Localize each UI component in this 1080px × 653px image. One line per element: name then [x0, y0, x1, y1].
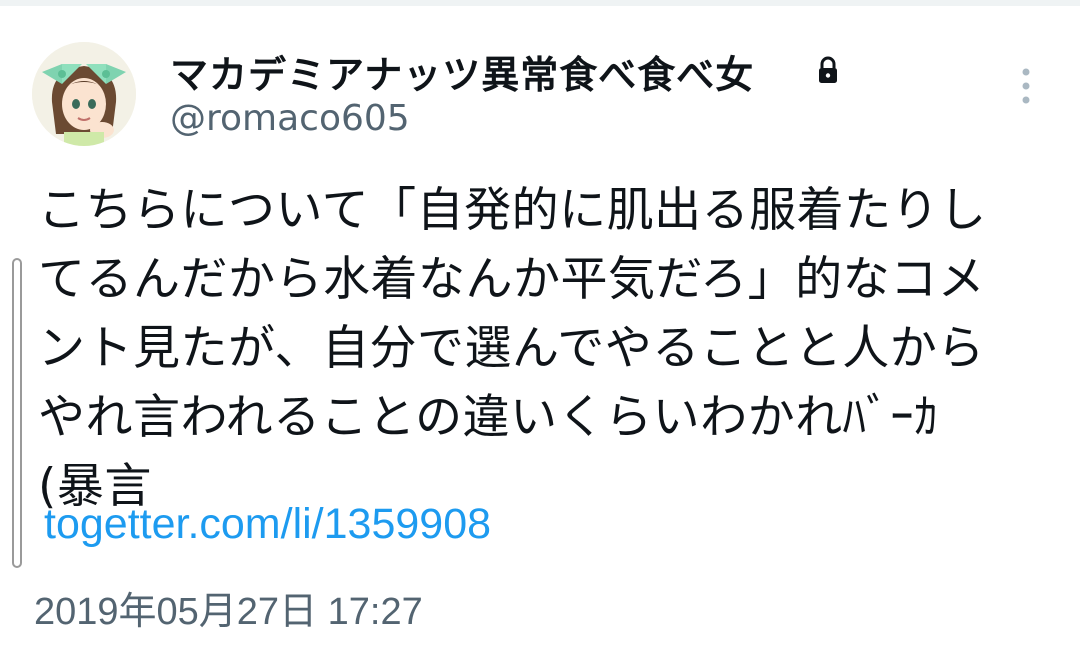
tweet-text-line: こちらについて「自発的に肌出る服着たりし — [38, 183, 987, 238]
lock-icon — [819, 56, 837, 83]
tweet-text-line: てるんだから水着なんか平気だろ」的なコメ — [38, 252, 986, 307]
user-handle[interactable]: @romaco605 — [170, 98, 410, 139]
tweet-timestamp[interactable]: 2019年05月27日 17:27 — [34, 580, 423, 635]
tweet-link[interactable]: togetter.com/li/1359908 — [44, 500, 491, 549]
tweet-text-line: ント見たが、自分で選んでやることと人から — [38, 321, 985, 376]
more-vertical-icon[interactable] — [1014, 62, 1038, 110]
tweet-text: こちらについて「自発的に肌出る服着たりし てるんだから水着なんか平気だろ」的なコ… — [38, 176, 1048, 521]
scrollbar[interactable] — [12, 258, 22, 568]
avatar[interactable] — [32, 42, 136, 146]
display-name[interactable]: マカデミアナッツ異常食べ食べ女 — [170, 44, 754, 99]
tweet-text-line: やれ言われることの違いくらいわかれﾊﾞｰｶ — [38, 390, 939, 445]
tweet-card: マカデミアナッツ異常食べ食べ女 @romaco605 こちらについて「自発的に肌… — [0, 6, 1080, 653]
avatar-image — [32, 42, 136, 146]
